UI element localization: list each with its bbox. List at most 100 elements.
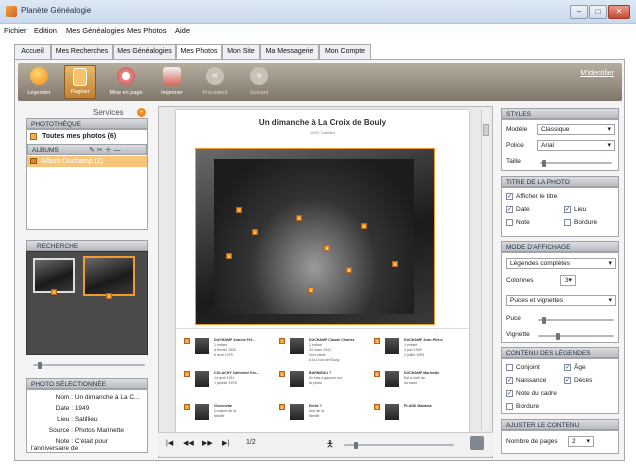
minimize-button[interactable]: – xyxy=(570,5,588,19)
police-select[interactable]: Arial xyxy=(537,140,615,151)
titre-header: TITRE DE LA PHOTO xyxy=(501,176,619,187)
caption-item[interactable]: 9 PLANK Madame xyxy=(374,402,464,430)
imprimer-button[interactable]: Imprimer xyxy=(156,65,188,99)
close-button[interactable]: ✕ xyxy=(608,5,630,19)
pages-label: Nombre de pages xyxy=(506,438,558,445)
age-label: Âge xyxy=(574,364,586,372)
mise-en-page-button[interactable]: Mise en page xyxy=(106,65,146,99)
date-checkbox[interactable]: ✓ Date xyxy=(506,206,530,213)
selected-photo-panel: Nom : Un dimanche à La C... Date : 1949 … xyxy=(26,389,148,453)
menu-mes-photos[interactable]: Mes Photos xyxy=(127,26,167,35)
thumbnail-1[interactable] xyxy=(33,258,75,293)
pages-select[interactable]: 2 xyxy=(568,436,594,447)
previous-icon: « xyxy=(206,67,224,85)
deces-checkbox[interactable]: ✓ Décès xyxy=(564,377,592,384)
caption-info: Cousine de la famille xyxy=(214,409,236,418)
maximize-button[interactable]: □ xyxy=(589,5,607,19)
page-title: Un dimanche à La Croix de Bouly xyxy=(258,118,387,127)
menu-fichier[interactable]: Fichier xyxy=(4,26,27,35)
tab-mon-compte[interactable]: Mon Compte xyxy=(319,44,371,59)
checkbox-box: ✓ xyxy=(506,193,513,200)
caption-item[interactable]: 2 DUCHAMP Claude Charles 1 enfant 24 mars … xyxy=(279,336,369,364)
lieu-checkbox[interactable]: ✓ Lieu xyxy=(564,206,586,213)
paginer-button[interactable]: Paginer xyxy=(64,65,96,99)
page-indicator: 1/2 xyxy=(246,439,256,446)
bordure-titre-checkbox[interactable]: Bordure xyxy=(564,219,597,226)
tab-mon-site[interactable]: Mon Site xyxy=(222,44,260,59)
user-silhouette-icon[interactable] xyxy=(470,436,484,450)
tab-accueil[interactable]: Accueil xyxy=(14,44,51,59)
main-photo[interactable]: 123 456 789 xyxy=(195,148,435,325)
checkbox-box: ✓ xyxy=(506,390,513,397)
thumbnail-size-slider[interactable] xyxy=(33,362,145,369)
services-label: Services xyxy=(93,108,124,117)
caption-number: 5 xyxy=(279,371,285,377)
thumbnail-2[interactable] xyxy=(83,256,135,296)
taille-label: Taille xyxy=(506,158,521,165)
album-row[interactable]: Album Duchamp (2) xyxy=(27,156,147,167)
first-page-icon[interactable]: |◀ xyxy=(166,439,173,447)
affichage-header: MODE D'AFFICHAGE xyxy=(501,241,619,252)
naissance-checkbox[interactable]: ✓ Naissance xyxy=(506,377,546,384)
checkbox-box xyxy=(506,364,513,371)
caption-info: 14 avril 1911 1 janvier 1978 xyxy=(214,376,237,385)
police-label: Police xyxy=(506,142,524,149)
checkbox-box: ✓ xyxy=(564,377,571,384)
menu-mes-genealogies[interactable]: Mes Généalogies xyxy=(66,26,124,35)
tab-ma-messagerie[interactable]: Ma Messagerie xyxy=(260,44,319,59)
note-cadre-label: Note du cadre xyxy=(516,390,557,398)
caption-item[interactable]: 8 Emile ? Ami de la famille xyxy=(279,402,369,430)
note-checkbox[interactable]: Note xyxy=(506,219,530,226)
menu-aide[interactable]: Aide xyxy=(175,26,190,35)
puces-select[interactable]: Puces et vignettes xyxy=(506,295,616,306)
precedent-button[interactable]: « Précédent xyxy=(198,65,232,99)
caption-info: Est à côté de sa sœur xyxy=(404,376,425,385)
caption-item[interactable]: 3 DUCHAMP Jean-Pierre 1 enfant 4 juin 1939… xyxy=(374,336,464,364)
puce-slider[interactable] xyxy=(538,317,614,324)
login-link[interactable]: M'identifier xyxy=(580,70,614,77)
conjoint-checkbox[interactable]: Conjoint xyxy=(506,364,540,371)
age-checkbox[interactable]: ✓ Âge xyxy=(564,364,586,371)
caption-item[interactable]: 6 DUCHAMP Marinette Est à côté de sa sœur xyxy=(374,369,464,397)
next-page-icon[interactable]: ▶▶ xyxy=(202,439,213,447)
caption-thumbnail xyxy=(195,338,209,354)
taille-slider[interactable] xyxy=(540,160,612,167)
caption-number: 3 xyxy=(374,338,380,344)
mise-en-page-label: Mise en page xyxy=(109,90,143,96)
tab-mes-genealogies[interactable]: Mes Généalogies xyxy=(113,44,176,59)
legendes-select[interactable]: Légendes complètes xyxy=(506,258,616,269)
colonnes-stepper[interactable]: 3 xyxy=(560,275,576,286)
caption-thumbnail xyxy=(385,371,399,387)
field-value-date: 1949 xyxy=(74,405,90,412)
zoom-slider[interactable] xyxy=(344,442,454,449)
tab-mes-photos[interactable]: Mes Photos xyxy=(176,44,222,60)
modele-select[interactable]: Classique xyxy=(537,124,615,135)
suivant-button[interactable]: » Suivant xyxy=(242,65,276,99)
afficher-titre-checkbox[interactable]: ✓ Afficher le titre xyxy=(506,193,557,200)
menu-edition[interactable]: Edition xyxy=(34,26,57,35)
field-label-nom: Nom : xyxy=(55,394,73,401)
field-value-nom: Un dimanche à La C... xyxy=(74,394,140,401)
caption-item[interactable]: 1 DUCHAMP Jeanne Fél... 1 enfant 6 février… xyxy=(184,336,274,364)
prev-page-icon[interactable]: ◀◀ xyxy=(183,439,194,447)
services-plus-icon[interactable]: + xyxy=(137,108,146,117)
all-photos-item[interactable]: Toutes mes photos (6) xyxy=(42,133,116,140)
album-icon xyxy=(30,158,37,164)
caption-item[interactable]: 5 BARNIEAU ? En bas à gauche sur la photo xyxy=(279,369,369,397)
conjoint-label: Conjoint xyxy=(516,364,540,372)
album-tools-icons[interactable]: ✎ ✂ ＋ — xyxy=(89,145,121,155)
last-page-icon[interactable]: ▶| xyxy=(222,439,229,447)
window-title: Planète Généalogie xyxy=(21,6,92,15)
legender-button[interactable]: Légender xyxy=(22,65,56,99)
tab-mes-recherches[interactable]: Mes Recherches xyxy=(51,44,113,59)
preview-scrollbar[interactable] xyxy=(481,110,489,430)
vignette-slider[interactable] xyxy=(538,333,614,340)
preview-navbar: |◀ ◀◀ ▶▶ ▶| 1/2 🯅 xyxy=(158,432,493,456)
note-cadre-checkbox[interactable]: ✓ Note du cadre xyxy=(506,390,557,397)
bordure-contenu-checkbox[interactable]: Bordure xyxy=(506,403,539,410)
photo-toolbar: Légender Paginer Mise en page Imprimer «… xyxy=(18,63,622,101)
legender-label: Légender xyxy=(27,90,51,96)
caption-item[interactable]: 4 COLACHY Catherine Em... 14 avril 1911 1 … xyxy=(184,369,274,397)
caption-item[interactable]: 7 Vincenette Cousine de la famille xyxy=(184,402,274,430)
phototheque-header: PHOTOTHÈQUE xyxy=(26,118,148,129)
